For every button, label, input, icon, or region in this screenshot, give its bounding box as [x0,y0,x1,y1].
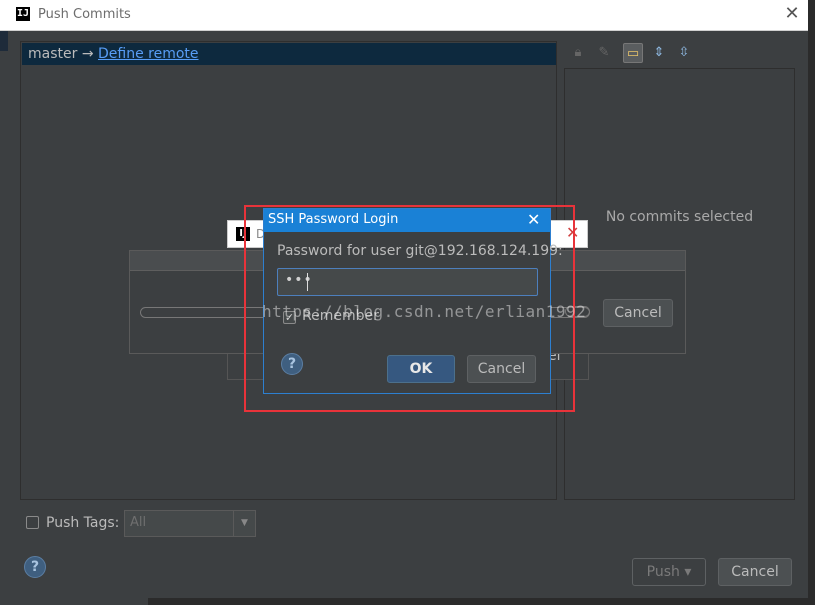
progress-cancel-button[interactable]: Cancel [603,299,673,327]
push-tags-checkbox[interactable] [26,516,39,529]
no-commits-text: No commits selected [605,209,754,225]
window-edge [808,0,815,605]
lock-icon[interactable]: 🔒︎ [568,43,588,63]
cancel-button[interactable]: Cancel [718,558,792,586]
push-tags-label: Push Tags: [46,515,120,531]
window-title: Push Commits [38,7,131,22]
window-edge-bottom-left [0,598,148,605]
local-branch: master [28,46,78,62]
arrow-right-icon: → [81,46,94,62]
details-toolbar: 🔒︎ ✎ ▭ ⇕ ⇳ [566,41,696,65]
collapse-all-icon[interactable]: ⇳ [674,43,694,63]
push-tags-combo[interactable]: All ▼ [124,510,256,537]
intellij-app-icon: IJ [16,7,30,21]
push-button[interactable]: Push ▾ [632,558,706,586]
watermark: https://blog.csdn.net/erlian1992 [262,302,587,321]
chevron-down-icon: ▼ [233,511,255,536]
define-remote-link[interactable]: Define remote [98,46,199,62]
edit-icon[interactable]: ✎ [594,43,614,63]
expand-all-icon[interactable]: ⇕ [649,43,669,63]
push-tags-combo-value: All [130,515,147,530]
close-window-icon[interactable]: ✕ [781,3,803,25]
folder-icon[interactable]: ▭ [623,43,643,63]
push-button-label: Push [646,564,680,580]
branch-row[interactable]: master → Define remote [22,43,556,65]
window-edge-left [0,31,8,51]
push-commits-window: IJ Push Commits ✕ master → Define remote… [0,0,815,605]
chevron-down-icon: ▾ [684,564,692,580]
window-titlebar: IJ Push Commits ✕ [0,0,808,31]
help-icon[interactable]: ? [24,556,46,578]
